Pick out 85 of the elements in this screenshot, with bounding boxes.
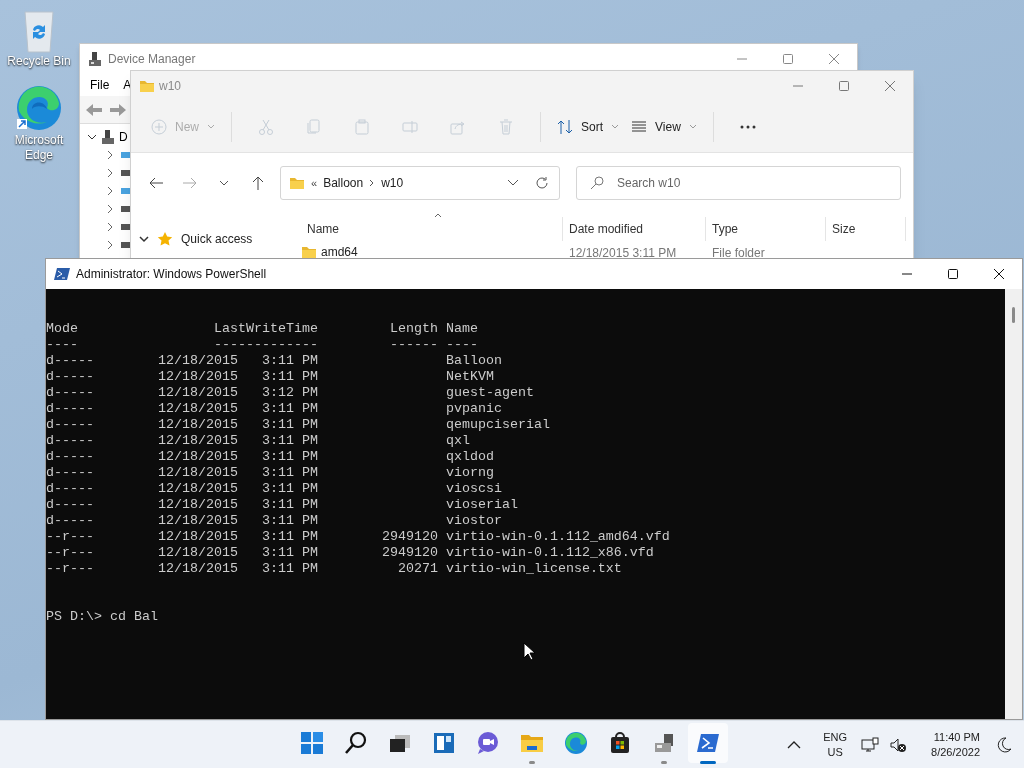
caret-icon — [207, 123, 215, 130]
view-button[interactable]: View — [625, 110, 703, 143]
search-icon — [590, 176, 604, 190]
console-line: --r--- 12/18/2015 3:11 PM 20271 virtio-win_license.txt — [46, 561, 622, 577]
file-name[interactable]: amd64 — [321, 243, 358, 261]
edge-icon[interactable] — [14, 83, 64, 133]
back-arrow-icon[interactable] — [84, 101, 104, 118]
close-icon — [829, 53, 839, 64]
close-icon — [994, 269, 1004, 279]
menu-item[interactable]: File — [90, 75, 110, 94]
nav-item[interactable]: Quick access — [181, 230, 253, 248]
breadcrumb-item[interactable]: Balloon — [323, 174, 364, 192]
console-line: d----- 12/18/2015 3:11 PM viostor — [46, 513, 502, 529]
star-icon — [157, 231, 173, 247]
console-line: d----- 12/18/2015 3:11 PM vioserial — [46, 497, 518, 513]
powershell-icon — [696, 731, 720, 755]
computer-icon — [101, 129, 115, 145]
computer-icon — [88, 50, 102, 67]
region-indicator[interactable]: US — [827, 744, 843, 760]
column-header[interactable]: Date modified — [569, 220, 644, 238]
up-arrow-icon — [250, 175, 266, 191]
console-line: --r--- 12/18/2015 3:11 PM 2949120 virtio-win-0.1.112_x86.vfd — [46, 545, 654, 561]
speaker-muted-icon[interactable] — [889, 736, 908, 753]
window-title: Administrator: Windows PowerShell — [76, 266, 267, 283]
overflow-chevron[interactable]: « — [311, 174, 318, 192]
console-line: d----- 12/18/2015 3:12 PM guest-agent — [46, 385, 534, 401]
search-icon — [344, 731, 368, 755]
scrollbar-thumb[interactable] — [1012, 307, 1015, 323]
windows-logo-icon — [300, 731, 324, 755]
maximize-icon — [839, 81, 849, 91]
column-header[interactable]: Type — [712, 220, 738, 238]
console-line: d----- 12/18/2015 3:11 PM qemupciserial — [46, 417, 550, 433]
console-line: d----- 12/18/2015 3:11 PM viorng — [46, 465, 494, 481]
console-line: ---- ------------- ------ ---- — [46, 337, 478, 353]
address-bar[interactable]: « Balloon w10 — [280, 166, 560, 200]
chevron-down-icon[interactable] — [87, 132, 97, 142]
sort-caret-icon — [434, 213, 442, 218]
column-header[interactable]: Size — [832, 220, 856, 238]
console-line: d----- 12/18/2015 3:11 PM pvpanic — [46, 401, 502, 417]
clock-date[interactable]: 8/26/2022 — [931, 744, 980, 760]
search-field[interactable]: Search w10 — [576, 166, 901, 200]
powershell-icon — [54, 267, 70, 281]
shopping-bag-icon — [608, 731, 632, 755]
window-title: Device Manager — [108, 50, 196, 68]
console-prompt[interactable]: PS D:\> cd Bal — [46, 609, 158, 625]
refresh-icon[interactable] — [535, 176, 549, 190]
forward-arrow-icon — [182, 175, 198, 191]
chevron-down-icon[interactable] — [139, 234, 149, 244]
cursor-icon — [523, 642, 535, 661]
console-line: d----- 12/18/2015 3:11 PM qxl — [46, 433, 470, 449]
chevron-up-icon[interactable] — [787, 740, 802, 749]
language-indicator[interactable]: ENG — [823, 729, 848, 745]
breadcrumb-item[interactable]: w10 — [381, 174, 404, 192]
forward-arrow-icon[interactable] — [108, 101, 128, 118]
console-line: d----- 12/18/2015 3:11 PM vioscsi — [46, 481, 502, 497]
back-arrow-icon — [148, 175, 164, 191]
console-line: Mode LastWriteTime Length Name — [46, 321, 478, 337]
folder-icon — [139, 79, 155, 93]
breadcrumb-separator-icon — [369, 179, 376, 187]
caret-icon — [611, 123, 620, 130]
maximize-icon — [948, 269, 958, 279]
computer-device-icon — [652, 731, 676, 755]
close-icon — [885, 81, 895, 91]
chat-bubble-icon — [476, 731, 500, 755]
moon-icon[interactable] — [996, 736, 1012, 753]
sort-button[interactable]: Sort — [551, 110, 626, 143]
console-line: --r--- 12/18/2015 3:11 PM 2949120 virtio-win-0.1.112_amd64.vfd — [46, 529, 670, 545]
tree-item-label[interactable]: D — [119, 128, 128, 146]
table-cell: File folder — [712, 246, 765, 260]
console-line: d----- 12/18/2015 3:11 PM NetKVM — [46, 369, 494, 385]
widgets-icon — [432, 731, 456, 755]
scrollbar[interactable] — [1005, 289, 1022, 719]
clock-time[interactable]: 11:40 PM — [933, 729, 980, 745]
edge-icon — [564, 731, 588, 755]
window-title: w10 — [159, 78, 181, 95]
console-line: d----- 12/18/2015 3:11 PM Balloon — [46, 353, 502, 369]
folder-icon — [301, 245, 317, 259]
table-cell: 12/18/2015 3:11 PM — [569, 246, 677, 260]
folder-icon — [289, 176, 305, 190]
network-monitor-icon[interactable] — [861, 736, 880, 753]
column-header[interactable]: Name — [307, 220, 339, 238]
caret-icon — [688, 123, 697, 130]
console-line: d----- 12/18/2015 3:11 PM qxldod — [46, 449, 494, 465]
maximize-icon — [783, 53, 793, 64]
chevron-down-icon[interactable] — [507, 179, 519, 187]
